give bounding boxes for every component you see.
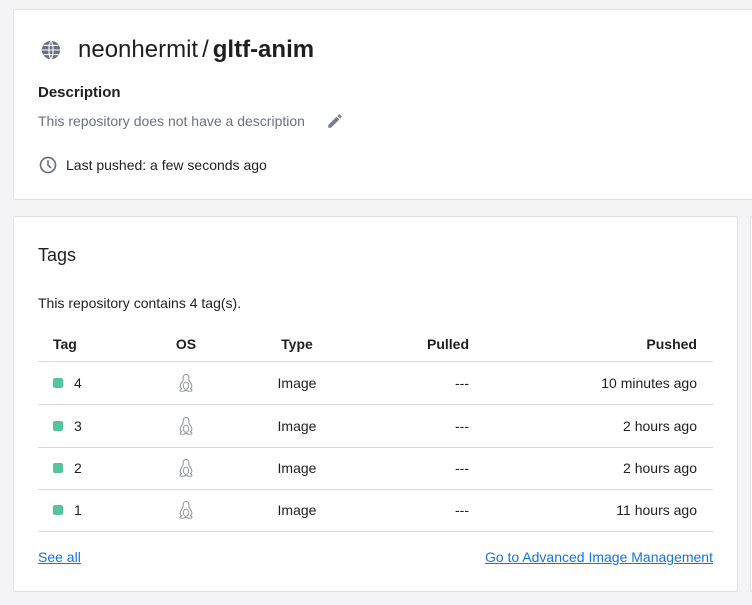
linux-icon: [179, 458, 193, 477]
clock-icon: [39, 156, 57, 174]
tags-card: Tags This repository contains 4 tag(s). …: [13, 216, 738, 592]
os-cell: [176, 489, 196, 531]
repo-name: gltf-anim: [212, 36, 315, 63]
status-dot-icon: [53, 505, 63, 515]
tag-cell[interactable]: 3: [53, 405, 82, 447]
column-header-pushed: Pushed: [646, 336, 697, 352]
status-dot-icon: [53, 378, 63, 388]
page-title: neonhermit / gltf-anim: [78, 35, 314, 65]
see-all-link[interactable]: See all: [38, 549, 81, 565]
linux-icon: [179, 416, 193, 435]
tag-name[interactable]: 3: [74, 418, 82, 434]
tag-cell[interactable]: 1: [53, 489, 82, 531]
tag-name[interactable]: 2: [74, 460, 82, 476]
globe-icon: [41, 40, 61, 60]
repo-namespace[interactable]: neonhermit: [78, 36, 198, 63]
tag-name[interactable]: 1: [74, 502, 82, 518]
pushed-cell: 2 hours ago: [623, 460, 697, 476]
column-header-os: OS: [175, 336, 197, 352]
tags-heading: Tags: [38, 245, 77, 265]
table-row: 1 Image --- 11 hours ago: [38, 489, 713, 532]
tags-table-header: Tag OS Type Pulled Pushed: [38, 327, 713, 362]
type-cell: Image: [277, 375, 317, 391]
type-cell: Image: [277, 418, 317, 434]
table-row: 4 Image --- 10 minutes ago: [38, 362, 713, 405]
description-label: Description: [38, 84, 121, 101]
os-cell: [176, 447, 196, 489]
tag-cell[interactable]: 2: [53, 447, 82, 489]
pulled-cell: ---: [455, 418, 469, 434]
repository-header-card: neonhermit / gltf-anim Description This re…: [13, 9, 752, 200]
table-row: 3 Image --- 2 hours ago: [38, 405, 713, 448]
title-separator: /: [202, 36, 209, 63]
pushed-cell: 2 hours ago: [623, 418, 697, 434]
pulled-cell: ---: [455, 375, 469, 391]
type-cell: Image: [277, 502, 317, 518]
column-header-tag: Tag: [53, 336, 77, 352]
os-cell: [176, 405, 196, 447]
linux-icon: [179, 373, 193, 392]
status-dot-icon: [53, 463, 63, 473]
last-pushed-text: Last pushed: a few seconds ago: [66, 157, 267, 173]
pulled-cell: ---: [455, 460, 469, 476]
advanced-image-management-link[interactable]: Go to Advanced Image Management: [485, 549, 713, 565]
column-header-pulled: Pulled: [426, 336, 469, 352]
column-header-type: Type: [281, 336, 313, 352]
pushed-cell: 11 hours ago: [616, 502, 697, 518]
table-row: 2 Image --- 2 hours ago: [38, 447, 713, 490]
linux-icon: [179, 500, 193, 519]
pulled-cell: ---: [455, 502, 469, 518]
description-text: This repository does not have a descript…: [38, 113, 305, 129]
pushed-cell: 10 minutes ago: [601, 375, 697, 391]
tags-count-text: This repository contains 4 tag(s).: [38, 295, 242, 311]
pencil-icon[interactable]: [326, 112, 344, 130]
status-dot-icon: [53, 421, 63, 431]
tag-name[interactable]: 4: [74, 375, 82, 391]
os-cell: [176, 362, 196, 404]
tag-cell[interactable]: 4: [53, 362, 82, 404]
type-cell: Image: [277, 460, 317, 476]
